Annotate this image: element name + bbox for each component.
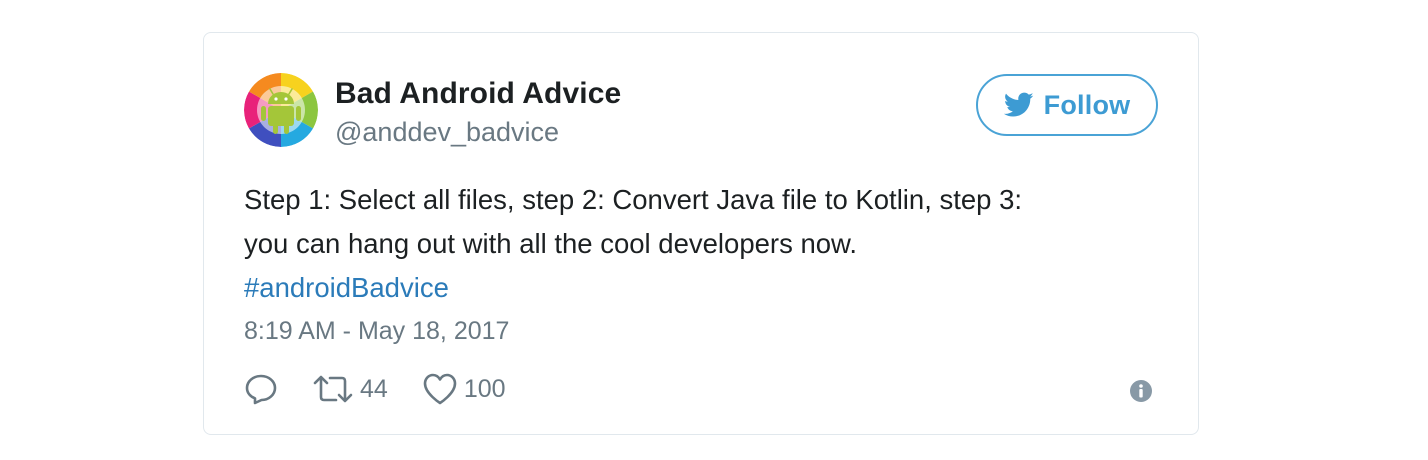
like-button[interactable]: 100 [422,372,506,406]
reply-icon [245,374,277,405]
retweet-icon [313,375,353,403]
reply-button[interactable] [244,372,278,406]
twitter-bird-icon [1003,92,1034,117]
tweet-text-line: you can hang out with all the cool devel… [244,228,858,259]
action-bar: 44 100 [244,369,506,409]
retweet-count: 44 [360,374,388,403]
info-icon [1130,380,1152,402]
author-handle[interactable]: @anddev_badvice [335,117,559,148]
info-button[interactable] [1130,380,1152,402]
like-count: 100 [463,374,506,403]
author-name[interactable]: Bad Android Advice [335,77,621,111]
follow-label: Follow [1043,89,1131,120]
tweet-text: Step 1: Select all files, step 2: Conver… [244,178,1174,310]
avatar[interactable] [244,73,318,147]
retweet-button[interactable]: 44 [312,372,388,406]
timestamp-link[interactable]: 8:19 AM - May 18, 2017 [244,317,509,346]
tweet-card: Bad Android Advice @anddev_badvice Follo… [203,32,1199,435]
android-avatar-icon [244,73,318,147]
heart-icon [423,373,457,405]
follow-button[interactable]: Follow [976,74,1158,136]
hashtag-link[interactable]: #androidBadvice [244,266,1174,310]
tweet-text-line: Step 1: Select all files, step 2: Conver… [244,184,1023,215]
